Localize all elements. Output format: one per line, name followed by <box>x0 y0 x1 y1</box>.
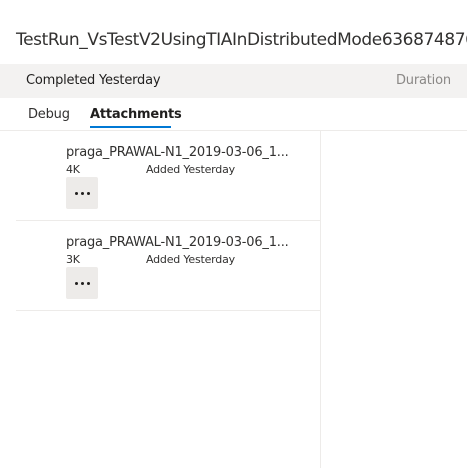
attachment-added-date: Added Yesterday <box>146 163 235 176</box>
run-title: TestRun_VsTestV2UsingTIAInDistributedMod… <box>16 30 467 50</box>
attachment-added-date: Added Yesterday <box>146 253 235 266</box>
duration-label: Duration <box>396 73 451 88</box>
attachment-name[interactable]: praga_PRAWAL-N1_2019-03-06_1... <box>66 145 316 160</box>
details-tab-bar: Debug Attachments <box>0 98 467 131</box>
status-bar: Completed Yesterday Duration <box>0 64 467 98</box>
test-run-details-page: TestRun_VsTestV2UsingTIAInDistributedMod… <box>0 0 467 468</box>
more-actions-button[interactable] <box>66 177 98 209</box>
more-horizontal-icon <box>74 281 90 285</box>
tab-attachments[interactable]: Attachments <box>90 107 182 122</box>
attachment-size: 3K <box>66 253 80 266</box>
attachments-list: praga_PRAWAL-N1_2019-03-06_1... 4K Added… <box>16 131 320 468</box>
pane-divider <box>320 131 321 468</box>
run-status-text: Completed Yesterday <box>26 73 161 88</box>
more-horizontal-icon <box>74 191 90 195</box>
attachment-item[interactable]: praga_PRAWAL-N1_2019-03-06_1... 4K Added… <box>16 131 320 221</box>
more-actions-button[interactable] <box>66 267 98 299</box>
tab-debug[interactable]: Debug <box>28 107 70 122</box>
attachment-name[interactable]: praga_PRAWAL-N1_2019-03-06_1... <box>66 235 316 250</box>
attachment-item[interactable]: praga_PRAWAL-N1_2019-03-06_1... 3K Added… <box>16 221 320 311</box>
selected-tab-indicator <box>90 126 171 128</box>
attachment-size: 4K <box>66 163 80 176</box>
